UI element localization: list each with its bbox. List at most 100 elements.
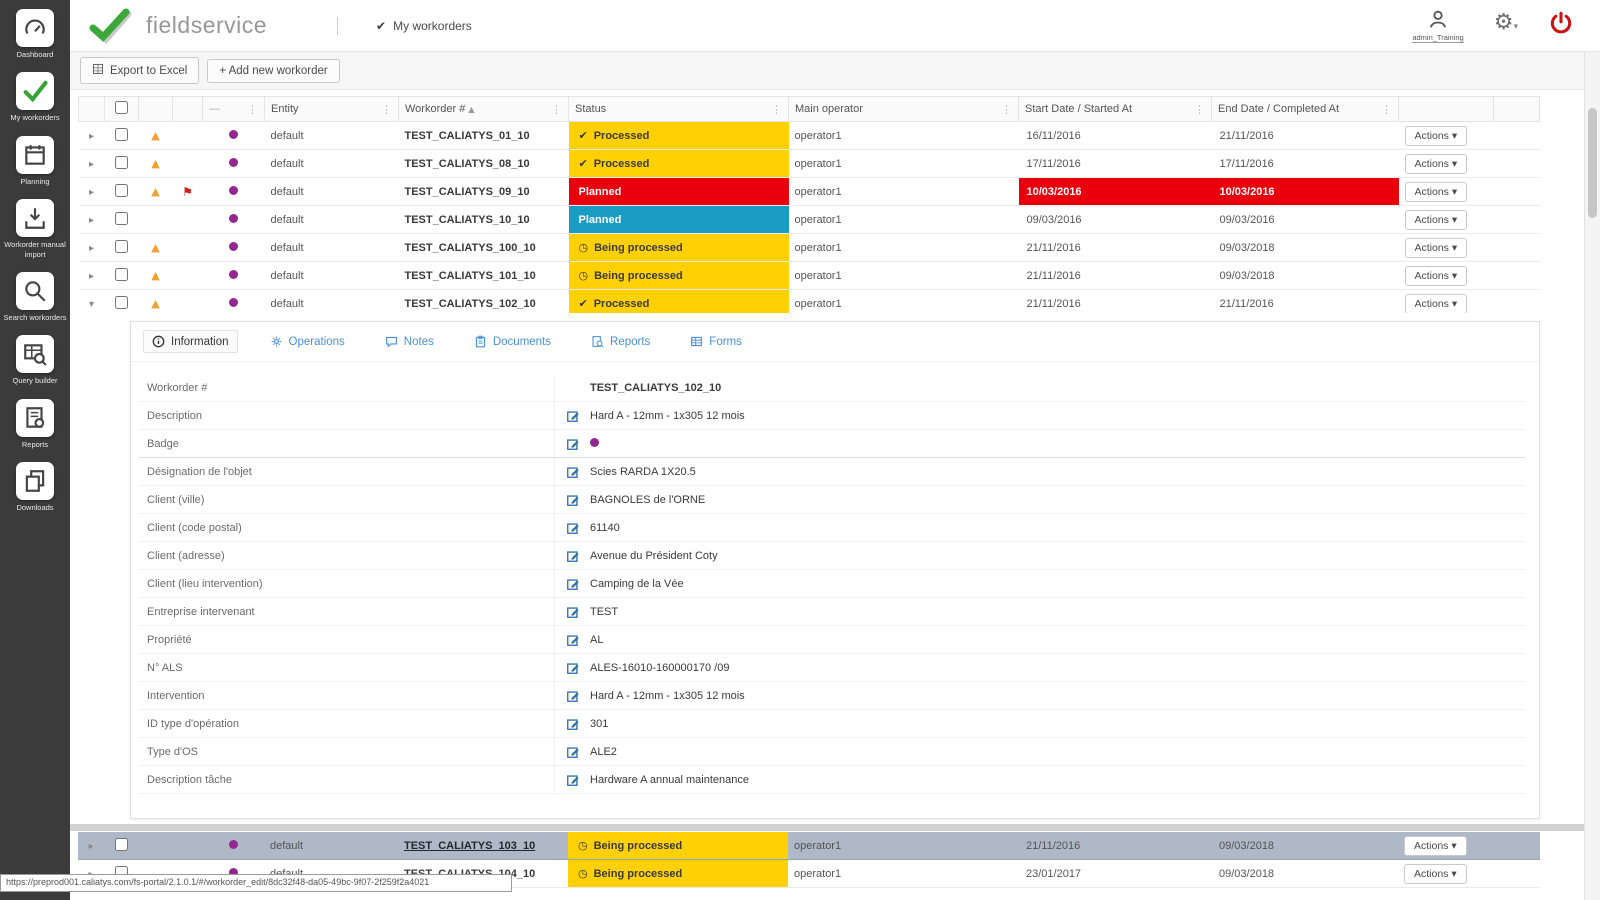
tab-reports[interactable]: Reports [583, 331, 658, 352]
select-cell[interactable] [104, 149, 139, 178]
table-row[interactable]: ▸ ▲ ⚑ default TEST_CALIATYS_09_10 Planne… [78, 177, 1540, 206]
edit-icon[interactable] [566, 437, 580, 451]
header-start-date[interactable]: Start Date / Started At ⋮ [1018, 96, 1212, 122]
table-row[interactable]: ▸ ▲ default TEST_CALIATYS_100_10 ◷ Being … [78, 233, 1540, 262]
column-menu-icon[interactable]: ⋮ [1194, 103, 1205, 116]
edit-icon[interactable] [566, 745, 580, 759]
table-row[interactable]: ▸ ▲ default TEST_CALIATYS_01_10 ✔ Process… [78, 121, 1540, 150]
row-checkbox[interactable] [115, 127, 128, 141]
expand-cell[interactable]: ▸ [78, 205, 105, 234]
select-cell[interactable] [104, 177, 139, 206]
actions-button[interactable]: Actions ▾ [1404, 153, 1468, 174]
actions-button[interactable]: Actions ▾ [1404, 181, 1468, 202]
tab-notes[interactable]: Notes [377, 331, 442, 352]
workorder-cell[interactable]: TEST_CALIATYS_101_10 [398, 261, 569, 290]
column-menu-icon[interactable]: ⋮ [1381, 103, 1392, 116]
add-workorder-button[interactable]: + Add new workorder [207, 58, 340, 83]
select-cell[interactable] [104, 832, 138, 860]
sidebar-item-dashboard[interactable]: Dashboard [0, 0, 70, 63]
edit-icon[interactable] [566, 549, 580, 563]
logout-power-icon[interactable] [1548, 10, 1574, 41]
header-badge[interactable]: — ⋮ [202, 96, 265, 122]
tab-documents[interactable]: Documents [466, 331, 559, 352]
row-checkbox[interactable] [115, 267, 128, 281]
sidebar-item-planning[interactable]: Planning [0, 127, 70, 190]
vertical-scrollbar[interactable] [1584, 52, 1600, 900]
workorder-cell[interactable]: TEST_CALIATYS_09_10 [398, 177, 569, 206]
expand-cell[interactable]: ▸ [78, 149, 105, 178]
row-checkbox[interactable] [115, 295, 128, 309]
edit-icon[interactable] [566, 409, 580, 423]
expand-cell[interactable]: ▸ [78, 261, 105, 290]
select-cell[interactable] [104, 121, 139, 150]
edit-icon[interactable] [566, 577, 580, 591]
my-workorders-link[interactable]: ✔ My workorders [376, 19, 472, 33]
actions-button[interactable]: Actions ▾ [1404, 237, 1468, 258]
header-operator[interactable]: Main operator ⋮ [788, 96, 1019, 122]
workorder-cell[interactable]: TEST_CALIATYS_01_10 [398, 121, 569, 150]
column-menu-icon[interactable]: ⋮ [1001, 103, 1012, 116]
actions-button[interactable]: Actions ▾ [1404, 835, 1467, 856]
row-checkbox[interactable] [115, 211, 128, 225]
table-row[interactable]: ▸ ▲ default TEST_CALIATYS_101_10 ◷ Being … [78, 261, 1540, 290]
row-checkbox[interactable] [114, 837, 128, 851]
sidebar-item-my-workorders[interactable]: My workorders [0, 63, 70, 126]
edit-icon[interactable] [566, 493, 580, 507]
workorder-cell[interactable]: TEST_CALIATYS_10_10 [398, 205, 569, 234]
table-row[interactable]: ▸ default TEST_CALIATYS_10_10 Planned op… [78, 205, 1540, 234]
header-end-date[interactable]: End Date / Completed At ⋮ [1211, 96, 1399, 122]
user-menu[interactable]: admin_Training [1412, 8, 1464, 43]
column-menu-icon[interactable]: ⋮ [381, 103, 392, 116]
actions-button[interactable]: Actions ▾ [1404, 863, 1467, 884]
expand-cell[interactable]: ▸ [78, 177, 105, 206]
select-cell[interactable] [104, 261, 139, 290]
row-checkbox[interactable] [115, 183, 128, 197]
actions-button[interactable]: Actions ▾ [1404, 265, 1468, 286]
column-menu-icon[interactable]: ⋮ [247, 103, 258, 116]
header-select[interactable] [104, 96, 139, 122]
workorder-cell[interactable]: TEST_CALIATYS_100_10 [398, 233, 569, 262]
edit-icon[interactable] [566, 661, 580, 675]
table-row[interactable]: ▸ ▲ default TEST_CALIATYS_08_10 ✔ Process… [78, 149, 1540, 178]
edit-icon[interactable] [566, 521, 580, 535]
row-checkbox[interactable] [115, 239, 128, 253]
select-cell[interactable] [104, 233, 139, 262]
table-row-selected[interactable]: ▸ default TEST_CALIATYS_103_10 ◷ Being pr… [78, 832, 1540, 860]
tab-forms[interactable]: Forms [682, 331, 750, 352]
workorder-cell[interactable]: TEST_CALIATYS_08_10 [398, 149, 569, 178]
edit-icon[interactable] [566, 773, 580, 787]
column-menu-icon[interactable]: ⋮ [551, 103, 562, 116]
row-checkbox[interactable] [115, 155, 128, 169]
header-entity[interactable]: Entity ⋮ [264, 96, 399, 122]
tab-information[interactable]: Information [143, 330, 238, 353]
select-cell[interactable] [104, 205, 139, 234]
export-excel-button[interactable]: Export to Excel [80, 57, 200, 84]
column-menu-icon[interactable]: ⋮ [771, 103, 782, 116]
sidebar-item-downloads[interactable]: Downloads [0, 453, 70, 516]
tab-operations[interactable]: Operations [262, 331, 353, 352]
expand-cell[interactable]: ▸ [78, 233, 105, 262]
expand-cell[interactable]: ▸ [78, 832, 104, 860]
actions-button[interactable]: Actions ▾ [1404, 125, 1468, 146]
horizontal-scrollbar[interactable] [70, 824, 1584, 831]
header-workorder[interactable]: Workorder # ▲ ⋮ [398, 96, 569, 122]
edit-icon[interactable] [566, 633, 580, 647]
edit-icon[interactable] [566, 689, 580, 703]
header-status[interactable]: Status ⋮ [568, 96, 789, 122]
expand-cell[interactable]: ▸ [78, 121, 105, 150]
select-all-checkbox[interactable] [115, 101, 128, 114]
sidebar-item-search-workorders[interactable]: Search workorders [0, 263, 70, 326]
filler-cell [1493, 149, 1540, 178]
scrollbar-thumb[interactable] [1588, 108, 1597, 218]
actions-button[interactable]: Actions ▾ [1404, 209, 1468, 230]
sidebar-item-query-builder[interactable]: Query builder [0, 326, 70, 389]
sidebar-item-workorder-manual-import[interactable]: Workorder manual import [0, 190, 70, 263]
settings-gear-icon[interactable]: ⚙▾ [1494, 12, 1518, 34]
actions-button[interactable]: Actions ▾ [1404, 293, 1468, 314]
entity-cell: default [264, 205, 399, 234]
edit-icon[interactable] [566, 605, 580, 619]
edit-icon[interactable] [566, 465, 580, 479]
workorder-cell[interactable]: TEST_CALIATYS_103_10 [398, 832, 568, 860]
sidebar-item-reports[interactable]: Reports [0, 390, 70, 453]
edit-icon[interactable] [566, 717, 580, 731]
